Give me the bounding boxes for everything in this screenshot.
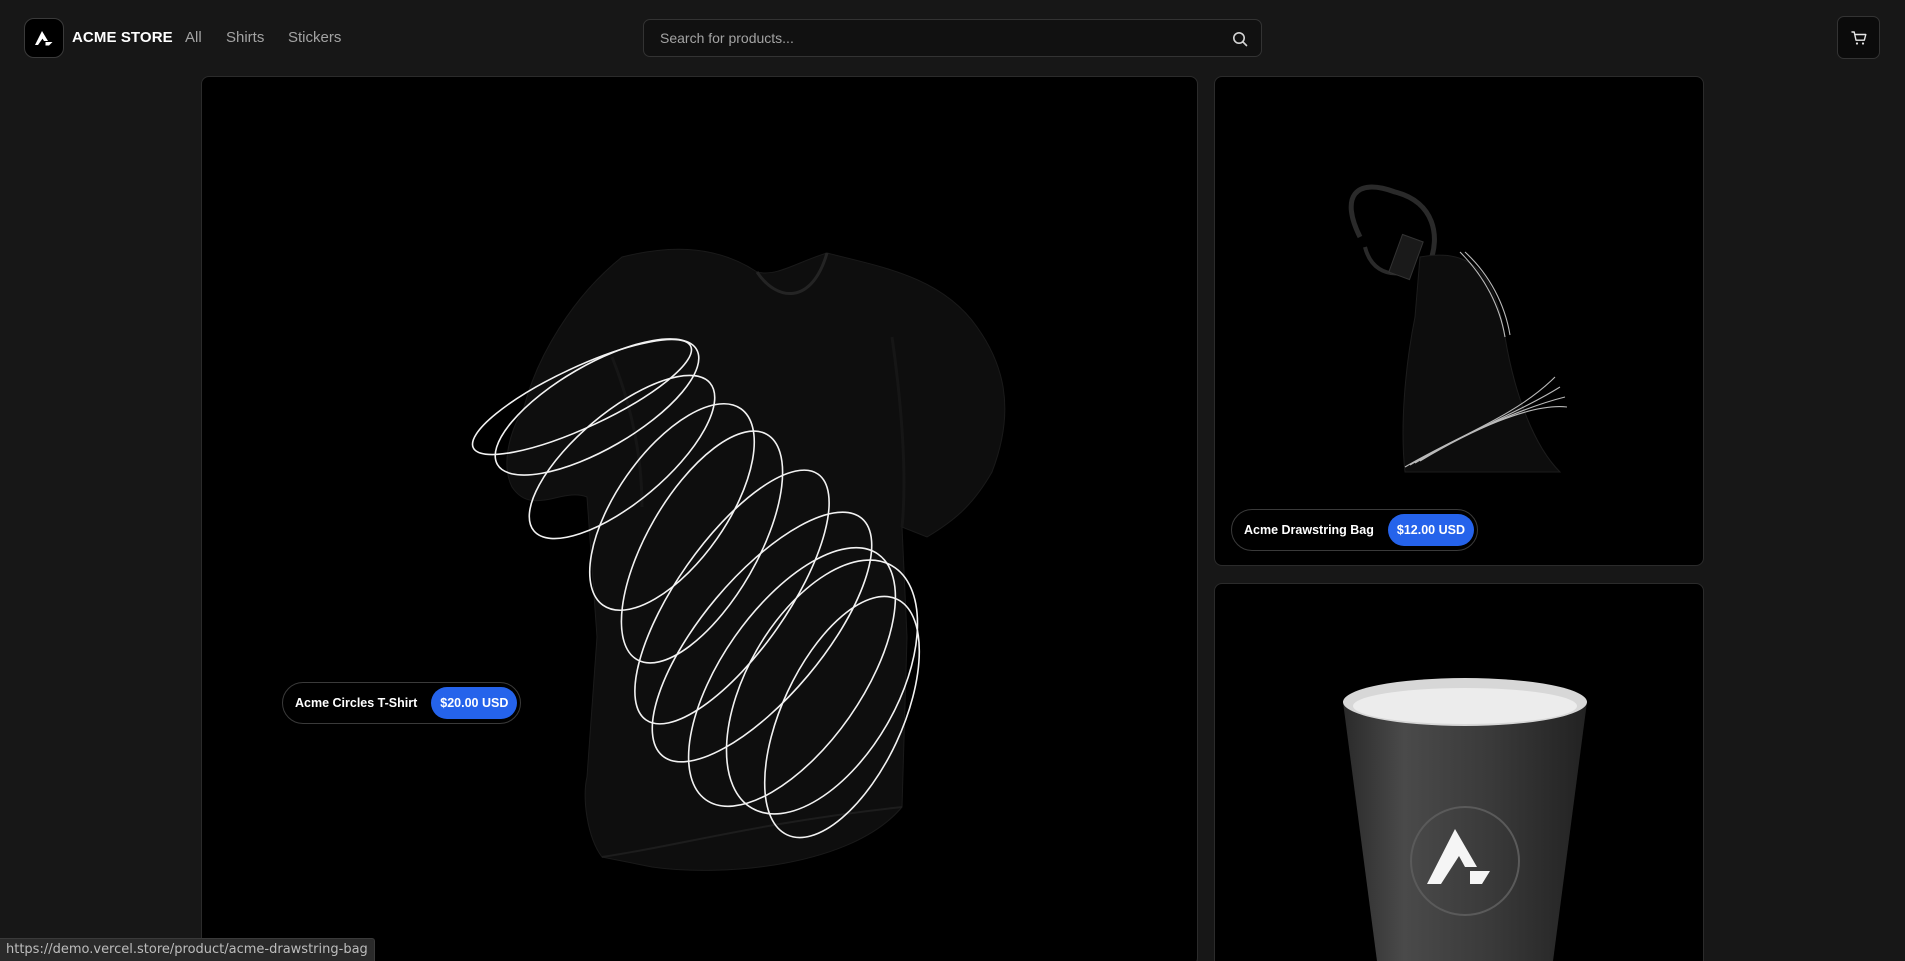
search-input[interactable] (644, 20, 1261, 56)
product-tile-drawstring-bag[interactable]: Acme Drawstring Bag $12.00 USD (1214, 76, 1704, 566)
product-label: Acme Drawstring Bag $12.00 USD (1231, 509, 1479, 551)
price-badge: $20.00 USD (431, 687, 518, 719)
product-name: Acme Circles T-Shirt (295, 696, 418, 710)
acme-logo-icon (35, 31, 53, 46)
site-header: ACME STORE All Shirts Stickers (0, 0, 1905, 76)
nav-shirts[interactable]: Shirts (226, 29, 264, 46)
search-box (643, 19, 1262, 57)
nav-stickers[interactable]: Stickers (288, 29, 341, 46)
cup-image (1343, 678, 1587, 961)
tshirt-image (471, 248, 1006, 871)
search-icon[interactable] (1231, 30, 1249, 48)
cart-icon (1850, 30, 1866, 45)
cart-button[interactable] (1837, 16, 1880, 59)
bag-image (1348, 184, 1568, 473)
nav-all[interactable]: All (185, 29, 202, 46)
status-bar-url: https://demo.vercel.store/product/acme-d… (0, 938, 375, 961)
product-label: Acme Circles T-Shirt $20.00 USD (282, 682, 522, 724)
product-tile-cup[interactable] (1214, 583, 1704, 961)
brand-name[interactable]: ACME STORE (72, 29, 173, 46)
price-badge: $12.00 USD (1387, 514, 1475, 546)
logo-link[interactable] (24, 18, 64, 58)
product-tile-circles-tshirt[interactable]: Acme Circles T-Shirt $20.00 USD (201, 76, 1198, 961)
product-name: Acme Drawstring Bag (1244, 523, 1374, 537)
